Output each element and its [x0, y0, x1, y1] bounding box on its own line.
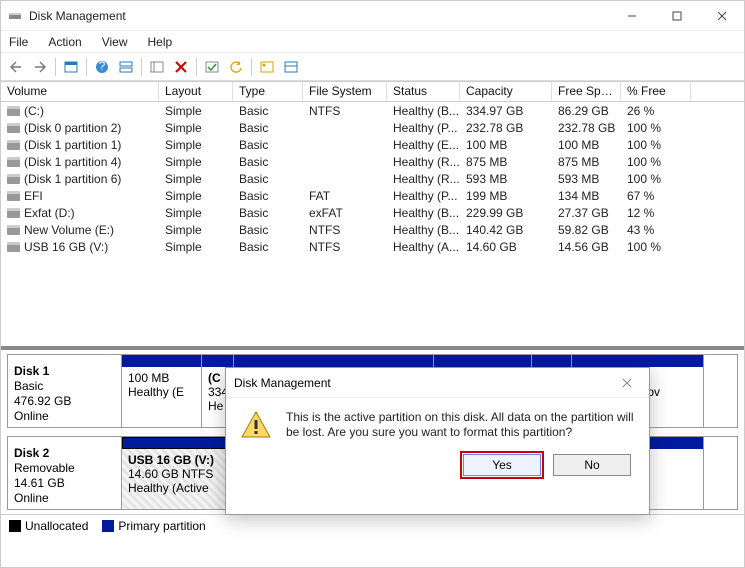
volume-icon: [7, 191, 20, 201]
table-row[interactable]: (Disk 0 partition 2)SimpleBasicHealthy (…: [1, 119, 744, 136]
disk-info[interactable]: Disk 2Removable14.61 GBOnline: [8, 437, 122, 509]
delete-icon[interactable]: [170, 56, 192, 78]
minimize-button[interactable]: [609, 1, 654, 31]
volume-icon: [7, 106, 20, 116]
help-icon[interactable]: ?: [91, 56, 113, 78]
yes-button[interactable]: Yes: [463, 454, 541, 476]
col-status[interactable]: Status: [387, 82, 460, 101]
close-button[interactable]: [699, 1, 744, 31]
toolbar: ?: [1, 53, 744, 81]
volume-icon: [7, 208, 20, 218]
menubar: File Action View Help: [1, 31, 744, 53]
table-row[interactable]: (Disk 1 partition 4)SimpleBasicHealthy (…: [1, 153, 744, 170]
maximize-button[interactable]: [654, 1, 699, 31]
check-icon[interactable]: [201, 56, 223, 78]
warning-icon: [240, 410, 272, 440]
volume-icon: [7, 242, 20, 252]
titlebar: Disk Management: [1, 1, 744, 31]
table-row[interactable]: EFISimpleBasicFATHealthy (P...199 MB134 …: [1, 187, 744, 204]
volume-list[interactable]: (C:)SimpleBasicNTFSHealthy (B...334.97 G…: [1, 102, 744, 346]
col-filesystem[interactable]: File System: [303, 82, 387, 101]
dialog-title: Disk Management: [234, 376, 331, 390]
col-volume[interactable]: Volume: [1, 82, 159, 101]
partition[interactable]: USB 16 GB (V:)14.60 GB NTFSHealthy (Acti…: [122, 437, 228, 509]
volume-icon: [7, 140, 20, 150]
volume-icon: [7, 157, 20, 167]
refresh-icon[interactable]: [225, 56, 247, 78]
disk-info[interactable]: Disk 1Basic476.92 GBOnline: [8, 355, 122, 427]
volume-icon: [7, 225, 20, 235]
menu-file[interactable]: File: [5, 33, 32, 51]
toolbar-settings-icon[interactable]: [146, 56, 168, 78]
back-button[interactable]: [5, 56, 27, 78]
table-row[interactable]: Exfat (D:)SimpleBasicexFATHealthy (B...2…: [1, 204, 744, 221]
dialog-message: This is the active partition on this dis…: [286, 410, 635, 440]
menu-action[interactable]: Action: [44, 33, 85, 51]
menu-help[interactable]: Help: [144, 33, 177, 51]
no-button[interactable]: No: [553, 454, 631, 476]
table-row[interactable]: (C:)SimpleBasicNTFSHealthy (B...334.97 G…: [1, 102, 744, 119]
legend-primary: Primary partition: [118, 519, 205, 533]
legend: Unallocated Primary partition: [1, 514, 744, 536]
toolbar-layout-icon[interactable]: [115, 56, 137, 78]
volume-list-header: Volume Layout Type File System Status Ca…: [1, 81, 744, 102]
col-freespace[interactable]: Free Spa...: [552, 82, 621, 101]
confirm-dialog: Disk Management This is the active parti…: [225, 367, 650, 515]
svg-text:?: ?: [99, 60, 106, 73]
partition[interactable]: 100 MBHealthy (E: [122, 355, 202, 427]
volume-icon: [7, 123, 20, 133]
table-row[interactable]: (Disk 1 partition 1)SimpleBasicHealthy (…: [1, 136, 744, 153]
table-row[interactable]: (Disk 1 partition 6)SimpleBasicHealthy (…: [1, 170, 744, 187]
wizard-icon[interactable]: [256, 56, 278, 78]
col-type[interactable]: Type: [233, 82, 303, 101]
col-capacity[interactable]: Capacity: [460, 82, 552, 101]
forward-button[interactable]: [29, 56, 51, 78]
window-title: Disk Management: [29, 9, 609, 23]
properties-icon[interactable]: [280, 56, 302, 78]
volume-icon: [7, 174, 20, 184]
col-pctfree[interactable]: % Free: [621, 82, 691, 101]
menu-view[interactable]: View: [98, 33, 132, 51]
col-layout[interactable]: Layout: [159, 82, 233, 101]
table-row[interactable]: USB 16 GB (V:)SimpleBasicNTFSHealthy (A.…: [1, 238, 744, 255]
table-row[interactable]: New Volume (E:)SimpleBasicNTFSHealthy (B…: [1, 221, 744, 238]
dialog-close-button[interactable]: [613, 371, 641, 395]
legend-unallocated: Unallocated: [25, 519, 88, 533]
app-icon: [7, 8, 23, 24]
toolbar-view-icon[interactable]: [60, 56, 82, 78]
